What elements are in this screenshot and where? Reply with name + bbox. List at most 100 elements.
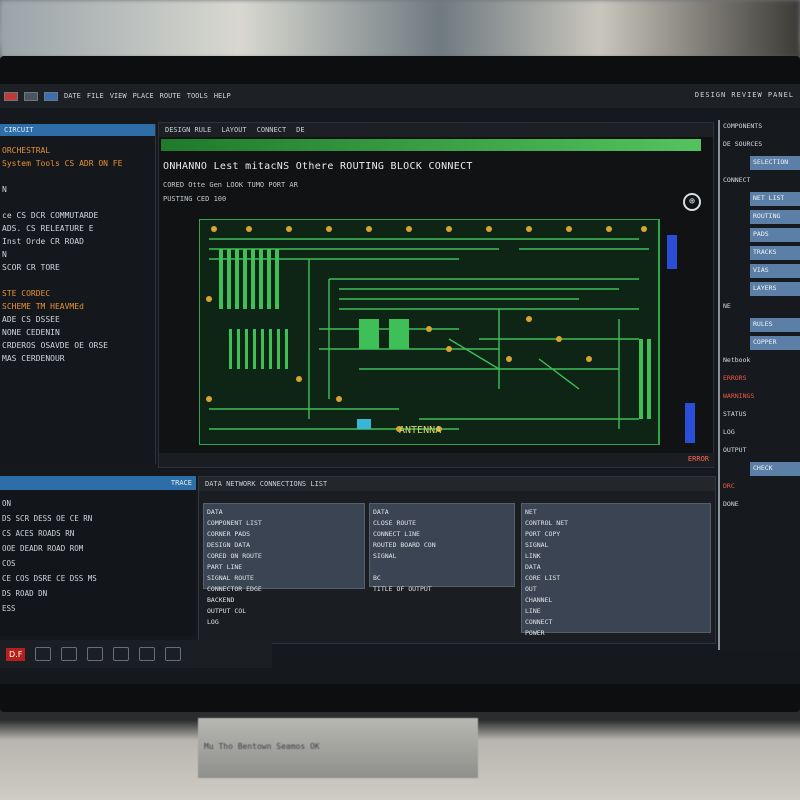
circuit-line: N <box>2 185 7 194</box>
property-row[interactable]: COPPER <box>750 336 800 350</box>
view-subtitle-2: PUSTING CED 100 <box>163 195 227 203</box>
tool-icon[interactable] <box>24 91 38 101</box>
table-row[interactable]: SIGNAL ROUTE <box>207 573 361 584</box>
layer-tool-icon[interactable] <box>44 91 58 101</box>
circuit-line: ORCHESTRAL <box>2 146 51 155</box>
table-row[interactable]: DESIGN DATA <box>207 540 361 551</box>
table-row[interactable]: TITLE OF OUTPUT <box>373 584 511 595</box>
property-row[interactable]: LAYERS <box>750 282 800 296</box>
table-1[interactable]: DATA COMPONENT LIST CORNER PADS DESIGN DATA… <box>203 503 365 626</box>
property-row[interactable]: CONNECT <box>720 174 800 188</box>
property-row[interactable]: ROUTING <box>750 210 800 224</box>
table-3[interactable]: NET CONTROL NET PORT COPY SIGNAL LINK DATA COR… <box>521 503 711 637</box>
table-row[interactable]: CORNER PADS <box>207 529 361 540</box>
menu-item[interactable]: HELP <box>214 92 231 100</box>
property-row[interactable]: DE SOURCES <box>720 138 800 152</box>
table-row[interactable]: BACKEND <box>207 595 361 606</box>
view-tab[interactable]: DE <box>296 126 304 134</box>
table-row[interactable]: LOG <box>207 617 361 628</box>
table-row[interactable]: DATA <box>373 507 511 518</box>
tables-header: DATA NETWORK CONNECTIONS LIST <box>199 477 715 491</box>
trace-line: COS <box>2 559 16 568</box>
table-2[interactable]: DATA CLOSE ROUTE CONNECT LINE ROUTED BOARD … <box>369 503 515 593</box>
property-row[interactable]: RULES <box>750 318 800 332</box>
table-row[interactable]: PORT COPY <box>525 529 707 540</box>
table-row[interactable]: CONTROL NET <box>525 518 707 529</box>
table-row[interactable]: LINK <box>525 551 707 562</box>
property-row[interactable]: Netbook <box>720 354 800 368</box>
table-row[interactable]: PART LINE <box>207 562 361 573</box>
property-row[interactable]: STATUS <box>720 408 800 422</box>
view-tab[interactable]: LAYOUT <box>221 126 246 134</box>
property-row[interactable]: NE <box>720 300 800 314</box>
circuit-line: SCHEME TM HEAVMEd <box>2 302 84 311</box>
property-row[interactable]: PADS <box>750 228 800 242</box>
property-row[interactable]: CHECK <box>750 462 800 476</box>
menu-item[interactable]: PLACE <box>133 92 154 100</box>
pcb-label: ANTENNA <box>399 425 441 436</box>
property-row[interactable]: TRACKS <box>750 246 800 260</box>
table-row[interactable]: OUTPUT COL <box>207 606 361 617</box>
table-row[interactable]: BC <box>373 573 511 584</box>
stand-label: Mu Tho Bentown Seamos OK <box>204 742 320 751</box>
property-row[interactable]: OUTPUT <box>720 444 800 458</box>
circuit-line: STE CORDEC <box>2 289 51 298</box>
menu-item[interactable]: DATE <box>64 92 81 100</box>
circuit-text-list: ORCHESTRAL System Tools CS ADR ON FE Nce C… <box>0 136 155 373</box>
panel-title: DESIGN REVIEW PANEL <box>694 91 794 99</box>
trace-line: ESS <box>2 604 16 613</box>
wire-icon[interactable] <box>61 647 78 661</box>
property-row[interactable]: VIAS <box>750 264 800 278</box>
pointer-icon[interactable] <box>35 647 52 661</box>
via-icon[interactable] <box>87 647 104 661</box>
zoom-icon[interactable]: ⊕ <box>683 193 701 211</box>
property-row[interactable]: SELECTION <box>750 156 800 170</box>
mode-badge[interactable]: D.F <box>6 647 26 661</box>
table-row[interactable]: CONNECTOR EDGE <box>207 584 361 595</box>
table-row[interactable]: LINE <box>525 606 707 617</box>
table-row[interactable]: DATA <box>525 562 707 573</box>
table-row[interactable]: CONNECT <box>525 617 707 628</box>
table-row[interactable]: ROUTED BOARD CON <box>373 540 511 551</box>
table-row[interactable] <box>373 562 511 573</box>
trace-pane: TRACE ON DS SCR DESS OE CE RN CS ACES ROAD… <box>0 476 196 636</box>
table-row[interactable]: NET <box>525 507 707 518</box>
table-row[interactable]: CLOSE ROUTE <box>373 518 511 529</box>
table-row[interactable]: SIGNAL <box>525 540 707 551</box>
table-row[interactable]: POWER <box>525 628 707 639</box>
view-tab[interactable]: CONNECT <box>257 126 287 134</box>
measure-icon[interactable] <box>139 647 156 661</box>
menu-item[interactable]: ROUTE <box>160 92 181 100</box>
trace-lines: ON DS SCR DESS OE CE RN CS ACES ROADS RN OO… <box>0 490 196 622</box>
menu-item[interactable]: FILE <box>87 92 104 100</box>
trace-line: CE COS DSRE CE DSS MS <box>2 574 97 583</box>
pcb-view: DESIGN RULE LAYOUT CONNECT DE ONHANNO Lest … <box>158 122 715 468</box>
table-row[interactable]: SIGNAL <box>373 551 511 562</box>
menu-item[interactable]: TOOLS <box>187 92 208 100</box>
circuit-line <box>2 170 153 183</box>
record-tool-icon[interactable] <box>4 91 18 101</box>
property-row[interactable]: DONE <box>720 498 800 512</box>
circuit-line <box>2 196 153 209</box>
pcb-board[interactable]: ANTENNA <box>199 219 669 445</box>
table-row[interactable]: DATA <box>207 507 361 518</box>
view-title: ONHANNO Lest mitacNS Othere ROUTING BLOC… <box>163 161 473 172</box>
view-tab[interactable]: DESIGN RULE <box>165 126 211 134</box>
table-row[interactable]: COMPONENT LIST <box>207 518 361 529</box>
table-row[interactable]: OUT <box>525 584 707 595</box>
table-row[interactable]: CORE LIST <box>525 573 707 584</box>
table-row[interactable]: CHANNEL <box>525 595 707 606</box>
property-row[interactable]: COMPONENTS <box>720 120 800 134</box>
property-row[interactable]: ERRORS <box>720 372 800 386</box>
property-row[interactable]: WARNINGS <box>720 390 800 404</box>
table-row[interactable]: CONNECT LINE <box>373 529 511 540</box>
settings-icon[interactable] <box>165 647 182 661</box>
property-row[interactable]: LOG <box>720 426 800 440</box>
bottom-toolbar: D.F <box>0 640 272 668</box>
table-row[interactable]: CORED ON ROUTE <box>207 551 361 562</box>
property-row[interactable]: NET LIST <box>750 192 800 206</box>
pad-icon[interactable] <box>113 647 130 661</box>
menu-item[interactable]: VIEW <box>110 92 127 100</box>
property-row[interactable]: DRC <box>720 480 800 494</box>
circuit-line: MAS CERDENOUR <box>2 354 65 363</box>
